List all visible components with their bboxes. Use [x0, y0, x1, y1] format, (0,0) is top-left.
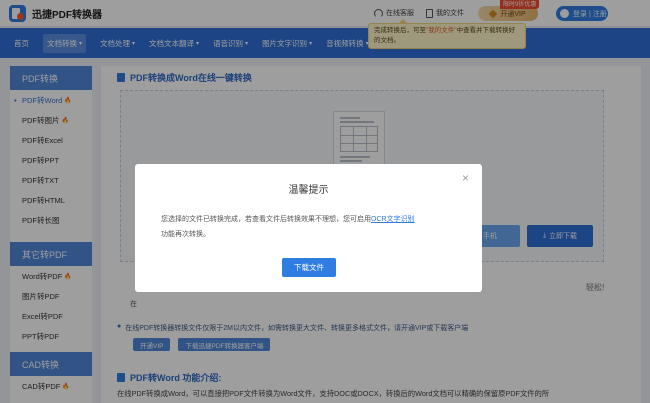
dialog-message: 您选择的文件已转换完成，若查看文件后转换效果不理想，您可启用OCR文字识别 功能…: [161, 212, 461, 242]
download-file-button[interactable]: 下载文件: [282, 258, 336, 277]
close-icon[interactable]: ×: [462, 172, 469, 184]
dialog-message-part1: 您选择的文件已转换完成，若查看文件后转换效果不理想，您可启用: [161, 216, 371, 223]
dialog-title: 温馨提示: [288, 185, 329, 196]
tip-dialog: 温馨提示 × 您选择的文件已转换完成，若查看文件后转换效果不理想，您可启用OCR…: [135, 164, 482, 292]
ocr-link[interactable]: OCR文字识别: [371, 216, 415, 223]
partial-text-right: 轻松!: [586, 283, 605, 292]
dialog-message-part2: 功能再次转换。: [161, 231, 210, 238]
